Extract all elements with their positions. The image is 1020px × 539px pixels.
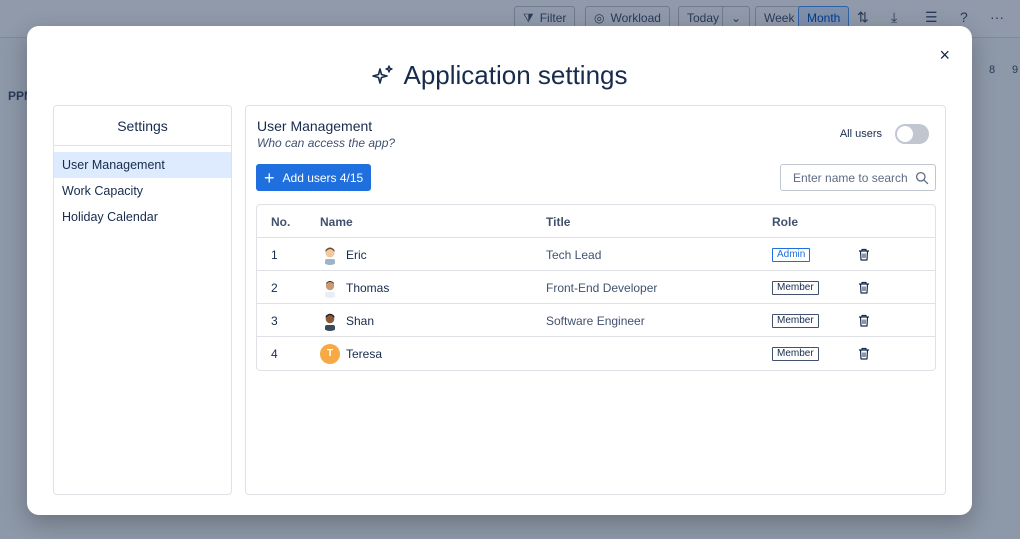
- sparkle-icon: [372, 64, 394, 84]
- header-no: No.: [271, 214, 291, 229]
- table-header: No. Name Title Role: [257, 205, 935, 238]
- person-avatar-icon: [325, 280, 335, 298]
- table-row: 3 Shan Software Engineer Member: [257, 304, 935, 337]
- user-name: Thomas: [346, 280, 390, 295]
- search-icon[interactable]: [915, 171, 929, 185]
- role-badge[interactable]: Member: [772, 346, 819, 361]
- search-input[interactable]: [781, 170, 911, 185]
- role-cell: Member: [772, 304, 819, 337]
- user-title: Software Engineer: [546, 313, 645, 328]
- role-badge[interactable]: Member: [772, 280, 819, 295]
- person-avatar-icon: [325, 247, 335, 265]
- trash-icon[interactable]: [858, 314, 870, 327]
- row-number: 4: [271, 346, 278, 361]
- role-cell: Member: [772, 337, 819, 370]
- row-number: 2: [271, 280, 278, 295]
- user-title: Tech Lead: [546, 247, 602, 262]
- table-row: 1 Eric Tech Lead Admin: [257, 238, 935, 271]
- role-badge[interactable]: Admin: [772, 247, 811, 262]
- sidebar-item-holiday-calendar[interactable]: Holiday Calendar: [54, 204, 231, 230]
- sidebar-list: User Management Work Capacity Holiday Ca…: [54, 146, 231, 230]
- section-subtitle: Who can access the app?: [257, 136, 396, 150]
- row-number: 3: [271, 313, 278, 328]
- search-box[interactable]: [780, 164, 936, 191]
- delete-user-button[interactable]: [858, 304, 870, 337]
- modal-title-text: Application settings: [403, 60, 628, 90]
- sidebar-item-user-management[interactable]: User Management: [54, 152, 231, 178]
- user-management-panel: User Management Who can access the app? …: [245, 105, 946, 495]
- delete-user-button[interactable]: [858, 337, 870, 370]
- settings-sidebar: Settings User Management Work Capacity H…: [53, 105, 232, 495]
- role-cell: Member: [772, 271, 819, 304]
- user-name: Shan: [346, 313, 375, 328]
- modal-title: Application settings: [27, 60, 972, 91]
- user-name-cell: T Teresa: [320, 337, 382, 370]
- delete-user-button[interactable]: [858, 271, 870, 304]
- add-users-label: Add users 4/15: [282, 170, 364, 185]
- all-users-toggle[interactable]: [895, 124, 929, 144]
- user-name-cell: Eric: [320, 238, 367, 271]
- table-row: 2 Thomas Front-End Developer Member: [257, 271, 935, 304]
- plus-icon: +: [264, 167, 275, 188]
- toggle-knob: [897, 126, 913, 142]
- delete-user-button[interactable]: [858, 238, 870, 271]
- users-table: No. Name Title Role 1 Eric Tech Lead Adm…: [256, 204, 936, 371]
- role-badge[interactable]: Member: [772, 313, 819, 328]
- add-users-button[interactable]: + Add users 4/15: [256, 164, 371, 191]
- header-title: Title: [546, 214, 571, 229]
- user-name: Eric: [346, 247, 367, 262]
- sidebar-title: Settings: [54, 106, 231, 146]
- header-role: Role: [772, 214, 799, 229]
- letter-avatar: T: [320, 343, 340, 364]
- sidebar-item-work-capacity[interactable]: Work Capacity: [54, 178, 231, 204]
- trash-icon[interactable]: [858, 248, 870, 261]
- settings-modal: × Application settings Settings User Man…: [27, 26, 972, 515]
- person-avatar-icon: [325, 313, 335, 331]
- user-name-cell: Thomas: [320, 271, 389, 304]
- table-row: 4 T Teresa Member: [257, 337, 935, 370]
- trash-icon[interactable]: [858, 347, 870, 360]
- user-name-cell: Shan: [320, 304, 374, 337]
- role-cell: Admin: [772, 238, 811, 271]
- row-number: 1: [271, 247, 278, 262]
- all-users-label: All users: [839, 128, 882, 140]
- header-name: Name: [320, 214, 353, 229]
- section-title: User Management: [257, 118, 373, 134]
- user-name: Teresa: [346, 346, 383, 361]
- trash-icon[interactable]: [858, 281, 870, 294]
- user-title: Front-End Developer: [546, 280, 658, 295]
